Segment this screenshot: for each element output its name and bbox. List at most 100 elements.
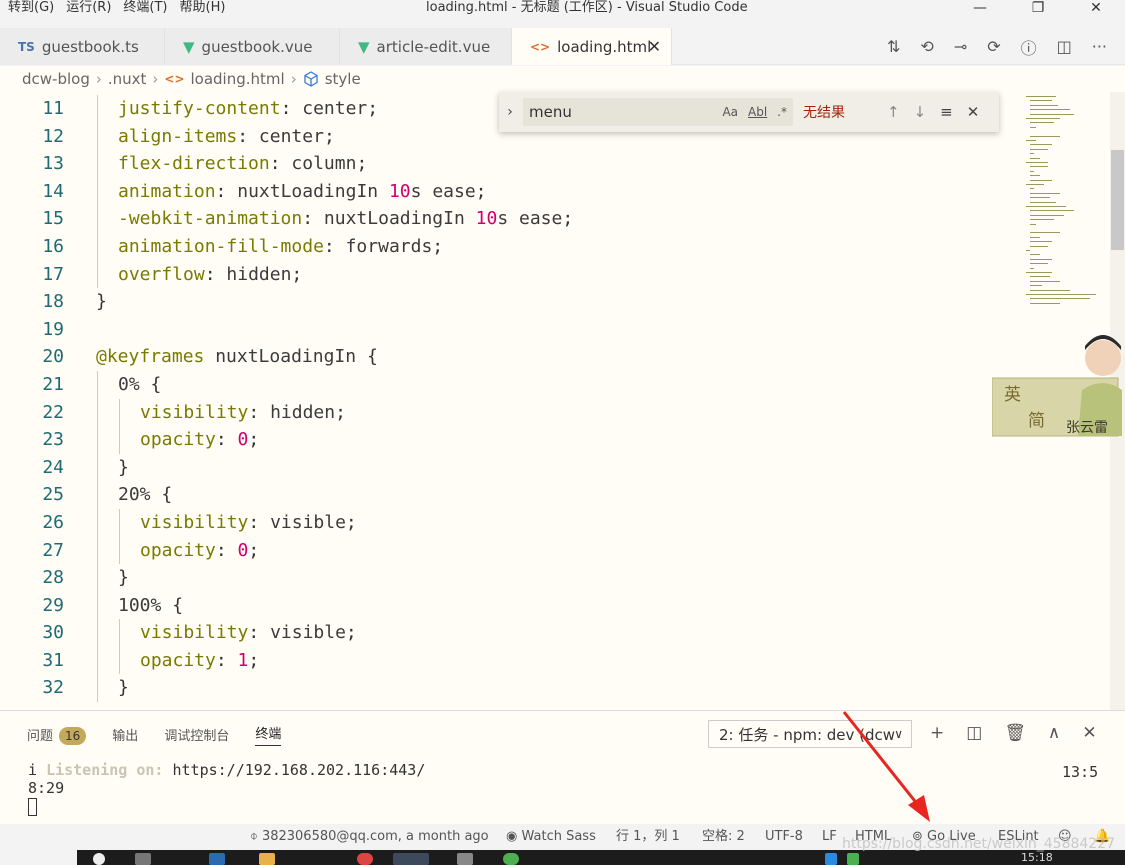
tab-debug-console[interactable]: 调试控制台 (164, 725, 229, 744)
menu-terminal[interactable]: 终端(T) (123, 0, 167, 16)
breadcrumb-item-nuxt[interactable]: .nuxt (108, 70, 147, 88)
breadcrumb-item-dcw-blog[interactable]: dcw-blog (22, 70, 90, 88)
line-number: 32 (42, 677, 64, 699)
breadcrumb-item-style[interactable]: style (325, 70, 361, 88)
minimap-line (1030, 214, 1064, 216)
code-line: 31 opacity: 1; (0, 646, 259, 675)
minimap-line (1026, 140, 1036, 141)
match-whole-word-icon[interactable]: Abl (748, 105, 767, 119)
tray-icon[interactable] (825, 853, 837, 865)
new-terminal-icon[interactable]: + (930, 723, 944, 743)
search-icon[interactable] (93, 853, 105, 865)
toggle-replace-icon[interactable]: › (499, 104, 521, 120)
minimap-line (1030, 302, 1060, 304)
find-in-selection-icon[interactable]: ≡ (940, 103, 953, 121)
watch-sass-item[interactable]: ◉ Watch Sass (506, 824, 596, 850)
indentation[interactable]: 空格: 2 (702, 824, 745, 850)
use-regex-icon[interactable]: .* (777, 105, 787, 119)
code-token: ; (345, 622, 357, 644)
end-of-line[interactable]: LF (822, 824, 837, 850)
code-token: ; (367, 98, 379, 119)
line-number: 14 (42, 180, 64, 202)
minimap-line (1030, 219, 1054, 221)
tab-guestbook-vue[interactable]: ▼ guestbook.vue (165, 28, 340, 65)
minimap-line (1030, 285, 1042, 287)
indent-guide (119, 646, 120, 675)
minimap-line (1030, 263, 1048, 265)
split-terminal-icon[interactable]: ◫ (966, 723, 982, 743)
menu-run[interactable]: 运行(R) (66, 0, 111, 16)
code-token: nuxtLoadingIn (323, 208, 476, 230)
panel-actions: + ◫ 🗑 ∧ ✕ (930, 723, 1097, 743)
go-back-icon[interactable]: ⟲ (920, 37, 933, 56)
browser-icon[interactable] (357, 853, 373, 865)
minimap[interactable] (1020, 92, 1110, 312)
tray-icon[interactable] (847, 853, 859, 865)
minimize-button[interactable]: — (951, 0, 1009, 16)
code-token: 10 (475, 208, 498, 230)
terminal-output[interactable]: i Listening on: https://192.168.202.116:… (28, 761, 425, 816)
code-token: { (172, 594, 184, 616)
code-line: 32} (0, 674, 129, 703)
code-editor[interactable]: 11 justify-content: center; 12 align-items:… (0, 92, 1125, 710)
previous-match-icon[interactable]: ↑ (887, 103, 900, 121)
scrollbar-thumb[interactable] (1111, 150, 1124, 250)
match-case-icon[interactable]: Aa (722, 105, 738, 119)
task-view-icon[interactable] (135, 853, 151, 865)
code-token: ease (421, 180, 476, 202)
close-find-icon[interactable]: ✕ (967, 103, 980, 121)
breadcrumb-item-loading-html[interactable]: loading.html (191, 70, 285, 88)
wechat-icon[interactable] (503, 853, 519, 865)
kill-terminal-icon[interactable]: 🗑 (1004, 723, 1026, 743)
code-text: opacity: 0; (140, 426, 259, 454)
file-explorer-icon[interactable] (259, 853, 275, 865)
code-token: 0 (237, 429, 249, 451)
minimap-line (1030, 241, 1052, 243)
line-number: 15 (42, 208, 64, 230)
find-input[interactable] (529, 103, 719, 121)
tab-label: guestbook.vue (201, 37, 313, 56)
menu-goto[interactable]: 转到(G) (8, 0, 54, 16)
vue-icon: ▼ (183, 37, 195, 56)
minimap-line (1030, 153, 1034, 155)
powershell-icon[interactable] (209, 853, 225, 865)
compare-changes-icon[interactable]: ⇅ (887, 37, 900, 56)
indent-guide (97, 591, 98, 620)
terminal-line: 8:29 (28, 779, 65, 797)
tab-loading-html[interactable]: <> loading.html ✕ (512, 28, 672, 65)
split-editor-icon[interactable]: ◫ (1057, 37, 1072, 56)
maximize-panel-icon[interactable]: ∧ (1048, 723, 1060, 743)
encoding[interactable]: UTF-8 (765, 824, 803, 850)
close-window-button[interactable]: ✕ (1067, 0, 1125, 16)
line-number: 11 (42, 98, 64, 119)
close-icon[interactable]: ✕ (648, 37, 661, 56)
go-forward-icon[interactable]: ⟳ (987, 37, 1000, 56)
tab-terminal[interactable]: 终端 (255, 723, 282, 746)
next-match-icon[interactable]: ↓ (914, 103, 927, 121)
maximize-button[interactable]: ❐ (1009, 0, 1067, 16)
code-token: 0% (118, 373, 151, 395)
terminal-url[interactable]: https://192.168.202.116:443/ (163, 761, 425, 779)
close-panel-icon[interactable]: ✕ (1082, 723, 1096, 743)
settings-icon[interactable] (457, 853, 473, 865)
commit-icon[interactable]: ⊸ (954, 37, 967, 56)
indent-guide (97, 370, 98, 399)
git-blame-item[interactable]: ⌽ 382306580@qq.com, a month ago (250, 824, 489, 850)
more-actions-icon[interactable]: ··· (1092, 37, 1107, 56)
tab-guestbook-ts[interactable]: TS guestbook.ts (0, 28, 165, 65)
code-token: { (366, 346, 378, 368)
tab-article-edit-vue[interactable]: ▼ article-edit.vue (340, 28, 512, 65)
watermark: https://blog.csdn.net/weixin_45884227 (842, 836, 1116, 852)
tab-problems[interactable]: 问题 16 (27, 725, 87, 745)
tab-output[interactable]: 输出 (112, 725, 138, 744)
menu-help[interactable]: 帮助(H) (180, 0, 226, 16)
gitlens-icon[interactable]: ⓘ (1021, 35, 1037, 59)
taskbar-clock[interactable]: 15:18 (1021, 850, 1053, 865)
code-token: animation-fill-mode (118, 235, 324, 257)
terminal-select[interactable]: 2: 任务 - npm: dev (dcw ∨ (708, 720, 912, 748)
code-line: 19 (0, 316, 64, 344)
cursor-position[interactable]: 行 1，列 1 (616, 824, 680, 850)
indent-guide (97, 426, 98, 454)
indent-guide (97, 619, 98, 647)
vscode-taskbar-icon[interactable] (393, 853, 429, 865)
